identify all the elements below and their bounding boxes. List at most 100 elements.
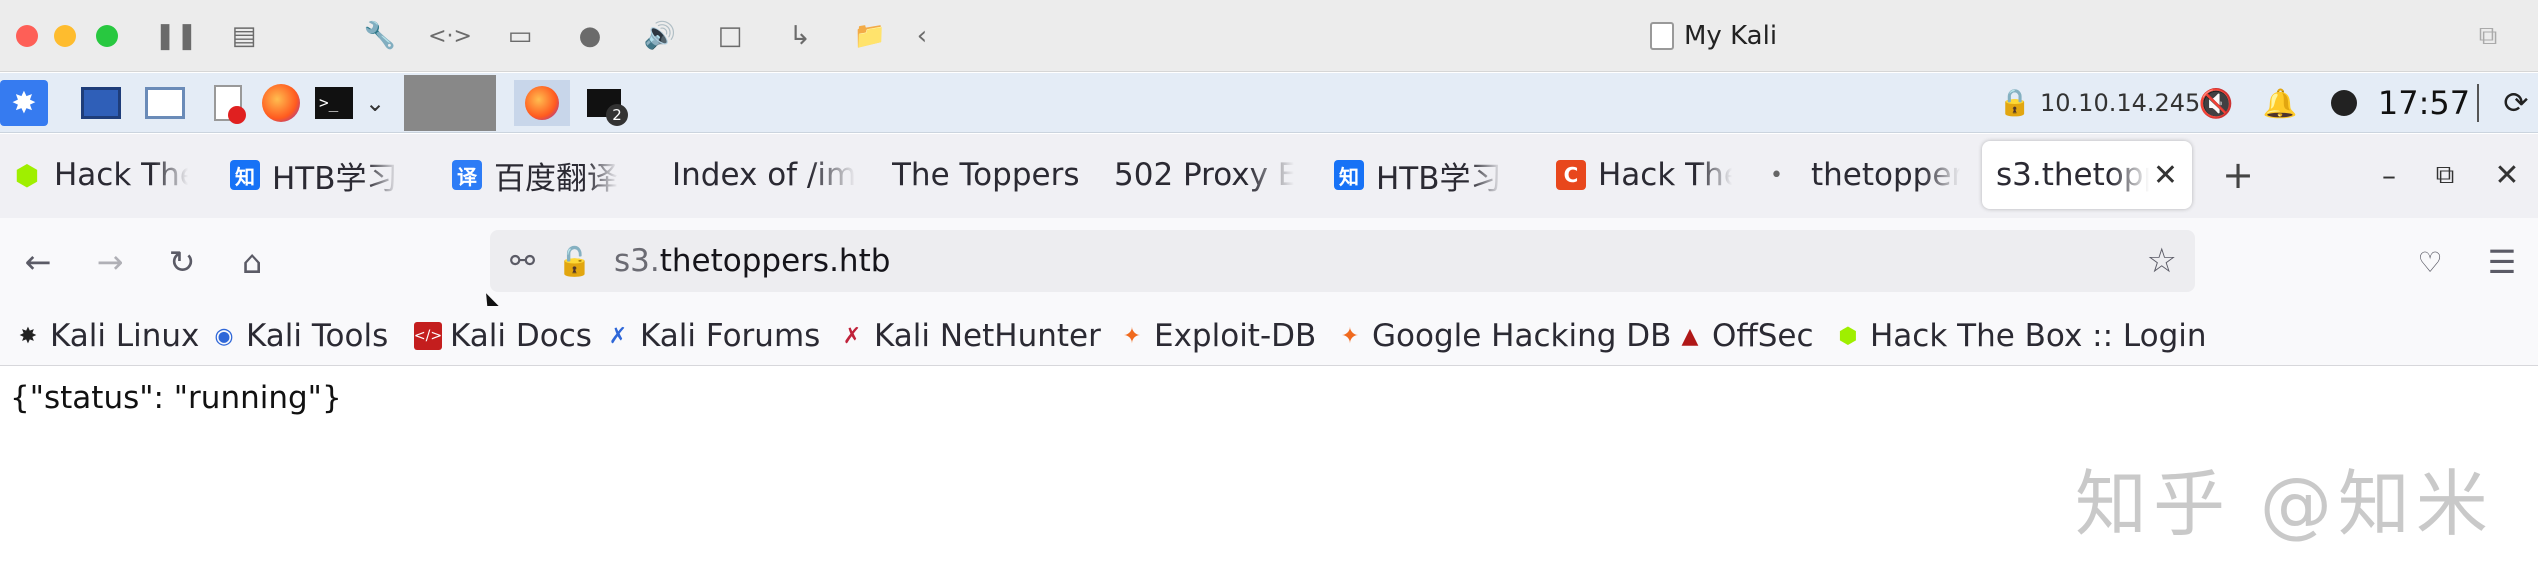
kali-docs-icon: </> — [414, 322, 442, 350]
notifications-icon[interactable]: 🔔 — [2262, 80, 2298, 126]
htb-cube-icon: ⬢ — [1838, 323, 1858, 349]
bookmark-label: Kali NetHunter — [874, 318, 1101, 354]
desktop-icon[interactable] — [78, 80, 124, 126]
close-browser-icon[interactable]: ✕ — [2490, 141, 2524, 209]
bookmark-hack-the-box-login[interactable]: ⬢ Hack The Box :: Login — [1834, 311, 2206, 361]
zhihu-icon: 知 — [230, 160, 260, 190]
panel-separator — [2477, 84, 2479, 122]
tab-label: 502 Proxy Er — [1114, 157, 1294, 193]
baidu-translate-icon: 译 — [452, 160, 482, 190]
taskbar-firefox[interactable] — [514, 80, 570, 126]
tab[interactable]: C Hack The — [1556, 141, 1732, 209]
bookmark-exploit-db[interactable]: ✦ Exploit-DB — [1118, 311, 1317, 361]
vpn-lock-icon: 🔒 — [1998, 88, 2032, 118]
tab-label: s3.thetopp — [1996, 157, 2149, 193]
text-editor-icon[interactable] — [208, 80, 248, 126]
bookmark-google-hacking-db[interactable]: ✦ Google Hacking DB — [1336, 311, 1672, 361]
close-window-button[interactable] — [16, 25, 38, 47]
snapshot-icon[interactable]: ▤ — [226, 18, 262, 54]
volume-muted-icon[interactable]: 🔇 — [2196, 80, 2236, 126]
firefox-icon[interactable] — [258, 80, 304, 126]
bookmark-label: Kali Tools — [246, 318, 389, 354]
forward-button[interactable]: → — [88, 240, 132, 284]
file-manager-icon[interactable] — [142, 80, 188, 126]
bookmark-kali-docs[interactable]: </> Kali Docs — [414, 311, 592, 361]
bookmark-star-icon[interactable]: ☆ — [2147, 241, 2177, 281]
usb-icon[interactable]: ↳ — [782, 18, 818, 54]
tab[interactable]: Index of /ima — [672, 141, 856, 209]
wrench-icon[interactable]: 🔧 — [362, 18, 398, 54]
tab-label: HTB学习 — [272, 160, 398, 197]
chevron-down-icon[interactable]: ⌄ — [360, 80, 390, 126]
exploit-db-icon: ✦ — [1122, 323, 1142, 349]
bookmark-kali-nethunter[interactable]: ✗ Kali NetHunter — [838, 311, 1101, 361]
workspace-switcher[interactable] — [404, 75, 496, 131]
tab-label: Hack The — [1598, 157, 1732, 193]
chevron-left-icon[interactable]: ‹ — [904, 18, 940, 54]
tab[interactable]: 知 HTB学习 — [1334, 141, 1520, 209]
bookmark-kali-linux[interactable]: ✸ Kali Linux — [14, 311, 200, 361]
reload-button[interactable]: ↻ — [160, 240, 204, 284]
speaker-icon[interactable]: 🔊 — [642, 18, 678, 54]
bookmark-offsec[interactable]: ▲ OffSec — [1676, 311, 1814, 361]
tab[interactable]: • thetopper — [1770, 141, 1960, 209]
bookmark-label: Google Hacking DB — [1372, 318, 1672, 354]
minimize-window-button[interactable] — [54, 25, 76, 47]
home-button[interactable]: ⌂ — [230, 240, 274, 284]
maximize-window-button[interactable] — [96, 25, 118, 47]
bookmark-kali-tools[interactable]: ◉ Kali Tools — [210, 311, 388, 361]
clock[interactable]: 17:57 — [2374, 80, 2474, 126]
fullscreen-icon[interactable]: ⧉ — [2470, 18, 2506, 54]
tab[interactable]: The Toppers — [892, 141, 1082, 209]
terminal-icon[interactable]: >_ — [312, 80, 356, 126]
camera-icon[interactable]: □ — [712, 18, 748, 54]
taskbar-terminal[interactable]: 2 — [580, 80, 628, 126]
kali-forums-icon: ✗ — [608, 323, 628, 349]
tab[interactable]: 知 HTB学习 — [230, 141, 420, 209]
url-host: thetoppers.htb — [659, 243, 891, 279]
csdn-icon: C — [1556, 160, 1586, 190]
kali-dragon-icon: ✸ — [18, 323, 38, 349]
url-text: s3.thetoppers.htb — [614, 243, 890, 279]
tab-active[interactable]: s3.thetopp ✕ — [1982, 141, 2192, 209]
tab[interactable]: 译百度翻译 — [452, 141, 632, 209]
bookmark-label: Kali Docs — [450, 318, 592, 354]
tab-label: HTB学习 — [1376, 160, 1502, 197]
vm-icon — [1650, 22, 1674, 50]
tab-label: Hack The — [54, 157, 188, 193]
tab-label: The Toppers — [892, 157, 1080, 193]
watermark: 知乎 @知米 — [2075, 462, 2494, 546]
tab-label: thetopper — [1810, 157, 1960, 193]
tab[interactable]: 502 Proxy Er — [1114, 141, 1294, 209]
logout-icon[interactable]: ⟳ — [2496, 80, 2536, 126]
loading-dot-icon: • — [1770, 162, 1783, 188]
user-icon[interactable]: ● — [572, 18, 608, 54]
kali-menu-icon[interactable]: ✸ — [0, 80, 48, 126]
nethunter-icon: ✗ — [842, 323, 862, 349]
minimize-icon[interactable]: – — [2374, 141, 2404, 209]
power-manager-icon[interactable] — [2326, 80, 2362, 126]
window-title: My Kali — [1650, 18, 1777, 54]
tracking-shield-icon[interactable]: ⚯ — [510, 244, 535, 279]
code-icon[interactable]: <·> — [428, 18, 472, 54]
close-tab-icon[interactable]: ✕ — [2153, 158, 2178, 193]
restore-icon[interactable]: ⧉ — [2430, 141, 2460, 209]
bookmark-label: Kali Linux — [50, 318, 200, 354]
pocket-icon[interactable]: ♡ — [2408, 240, 2452, 284]
url-subdomain: s3. — [614, 243, 660, 279]
shared-folder-icon[interactable]: 📁 — [852, 18, 888, 54]
drive-icon[interactable]: ▭ — [502, 18, 538, 54]
page-body-text: {"status": "running"} — [10, 380, 342, 416]
new-tab-button[interactable]: + — [2218, 141, 2258, 209]
url-bar[interactable]: ⚯ 🔓 s3.thetoppers.htb ☆ — [490, 230, 2195, 292]
back-button[interactable]: ← — [16, 240, 60, 284]
insecure-lock-icon[interactable]: 🔓 — [557, 245, 592, 278]
tab-label: 百度翻译 — [494, 160, 618, 197]
window-title-text: My Kali — [1684, 21, 1778, 51]
pause-icon[interactable]: ❚❚ — [154, 18, 198, 54]
menu-icon[interactable]: ☰ — [2480, 240, 2524, 284]
bookmark-kali-forums[interactable]: ✗ Kali Forums — [604, 311, 821, 361]
tab[interactable]: ⬢ Hack The — [12, 141, 188, 209]
zhihu-icon: 知 — [1334, 160, 1364, 190]
bookmark-label: Kali Forums — [640, 318, 821, 354]
